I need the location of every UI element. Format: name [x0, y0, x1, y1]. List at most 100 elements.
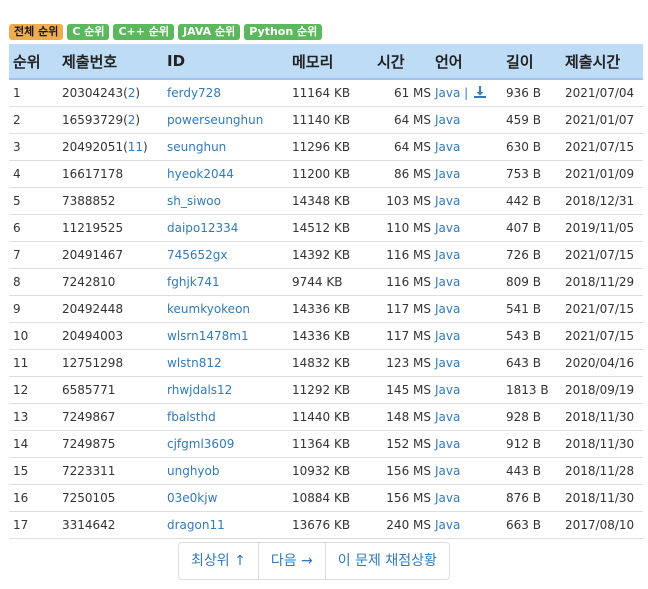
cell-length: 459 B — [502, 106, 561, 134]
table-row: 14 7249875 cjfgml3609 11364 KB 152 MS Java 912… — [9, 430, 643, 458]
cell-time: 116 MS — [373, 268, 431, 296]
language-link[interactable]: Java — [435, 221, 460, 235]
cell-time: 86 MS — [373, 160, 431, 188]
cell-language: Java — [431, 376, 502, 404]
user-id-link[interactable]: cjfgml3609 — [167, 437, 234, 451]
language-link[interactable]: Java — [435, 383, 460, 397]
language-link[interactable]: Java — [435, 518, 460, 532]
cell-memory: 14336 KB — [288, 322, 373, 350]
problem-status-link[interactable]: 이 문제 채점상황 — [324, 543, 449, 579]
cell-submit-time: 2021/07/15 — [561, 241, 643, 269]
language-link[interactable]: Java — [435, 248, 460, 262]
cell-time: 61 MS — [373, 78, 431, 107]
user-id-link[interactable]: sh_siwoo — [167, 194, 221, 208]
user-id-link[interactable]: 745652gx — [167, 248, 228, 262]
cell-id: hyeok2044 — [163, 160, 288, 188]
filter-all[interactable]: 전체 순위 — [9, 24, 64, 40]
cell-memory: 11200 KB — [288, 160, 373, 188]
submission-extra: (11) — [123, 140, 148, 154]
cell-length: 726 B — [502, 241, 561, 269]
table-body: 1 20304243(2) ferdy728 11164 KB 61 MS Java | … — [9, 78, 643, 539]
submission-number: 20492051 — [62, 140, 124, 154]
user-id-link[interactable]: fbalsthd — [167, 410, 216, 424]
user-id-link[interactable]: seunghun — [167, 140, 226, 154]
cell-length: 936 B — [502, 78, 561, 107]
cell-language: Java | — [431, 78, 502, 107]
cell-submit-time: 2021/07/15 — [561, 295, 643, 323]
next-button[interactable]: 다음 → — [257, 543, 325, 579]
cell-length: 630 B — [502, 133, 561, 161]
user-id-link[interactable]: ferdy728 — [167, 86, 221, 100]
cell-rank: 15 — [9, 457, 58, 485]
submission-count-link[interactable]: 2 — [128, 113, 136, 127]
table-row: 8 7242810 fghjk741 9744 KB 116 MS Java 809 B 20… — [9, 268, 643, 296]
language-link[interactable]: Java — [435, 491, 460, 505]
language-link[interactable]: Java — [435, 275, 460, 289]
filter-c[interactable]: C 순위 — [67, 24, 110, 40]
submission-number: 7250105 — [62, 491, 116, 505]
submission-number: 16593729 — [62, 113, 124, 127]
cell-language: Java — [431, 214, 502, 242]
language-link[interactable]: Java — [435, 113, 460, 127]
language-link[interactable]: Java — [435, 140, 460, 154]
cell-length: 876 B — [502, 484, 561, 512]
language-link[interactable]: Java — [435, 410, 460, 424]
user-id-link[interactable]: rhwjdals12 — [167, 383, 232, 397]
cell-language: Java — [431, 160, 502, 188]
filter-cpp[interactable]: C++ 순위 — [113, 24, 175, 40]
filter-python[interactable]: Python 순위 — [244, 24, 323, 40]
language-link[interactable]: Java — [435, 464, 460, 478]
cell-memory: 11140 KB — [288, 106, 373, 134]
cell-length: 663 B — [502, 511, 561, 539]
cell-submission: 7249875 — [58, 430, 163, 458]
language-link[interactable]: Java — [435, 329, 460, 343]
cell-language: Java — [431, 511, 502, 539]
language-link[interactable]: Java — [435, 194, 460, 208]
cell-submit-time: 2021/07/15 — [561, 133, 643, 161]
col-header-time: 시간 — [373, 44, 431, 80]
submission-number: 20494003 — [62, 329, 124, 343]
cell-submission: 7388852 — [58, 187, 163, 215]
user-id-link[interactable]: powerseunghun — [167, 113, 263, 127]
cell-submit-time: 2019/11/05 — [561, 214, 643, 242]
col-header-submit-time: 제출시간 — [561, 44, 643, 80]
cell-id: wlsrn1478m1 — [163, 322, 288, 350]
cell-id: 745652gx — [163, 241, 288, 269]
top-button[interactable]: 최상위 ↑ — [179, 543, 258, 579]
user-id-link[interactable]: wlstn812 — [167, 356, 222, 370]
user-id-link[interactable]: 03e0kjw — [167, 491, 217, 505]
cell-language: Java — [431, 268, 502, 296]
cell-language: Java — [431, 349, 502, 377]
user-id-link[interactable]: unghyob — [167, 464, 220, 478]
submission-extra: (2) — [123, 113, 141, 127]
cell-memory: 13676 KB — [288, 511, 373, 539]
download-icon[interactable] — [474, 85, 487, 101]
user-id-link[interactable]: dragon11 — [167, 518, 225, 532]
cell-language: Java — [431, 133, 502, 161]
submission-number: 11219525 — [62, 221, 124, 235]
user-id-link[interactable]: daipo12334 — [167, 221, 238, 235]
cell-rank: 1 — [9, 78, 58, 107]
language-link[interactable]: Java — [435, 302, 460, 316]
user-id-link[interactable]: hyeok2044 — [167, 167, 234, 181]
col-header-rank: 순위 — [9, 44, 58, 80]
submission-count-link[interactable]: 11 — [128, 140, 143, 154]
table-row: 16 7250105 03e0kjw 10884 KB 156 MS Java 876 B2… — [9, 484, 643, 512]
language-link[interactable]: Java — [435, 356, 460, 370]
col-header-length: 길이 — [502, 44, 561, 80]
language-link[interactable]: Java — [435, 86, 460, 100]
user-id-link[interactable]: keumkyokeon — [167, 302, 250, 316]
user-id-link[interactable]: wlsrn1478m1 — [167, 329, 249, 343]
language-link[interactable]: Java — [435, 437, 460, 451]
user-id-link[interactable]: fghjk741 — [167, 275, 220, 289]
submission-count-link[interactable]: 2 — [128, 86, 136, 100]
filter-java[interactable]: JAVA 순위 — [178, 24, 241, 40]
submission-number: 3314642 — [62, 518, 116, 532]
col-header-language: 언어 — [431, 44, 502, 80]
cell-memory: 10932 KB — [288, 457, 373, 485]
cell-rank: 6 — [9, 214, 58, 242]
cell-rank: 9 — [9, 295, 58, 323]
language-link[interactable]: Java — [435, 167, 460, 181]
cell-id: fbalsthd — [163, 403, 288, 431]
cell-length: 753 B — [502, 160, 561, 188]
